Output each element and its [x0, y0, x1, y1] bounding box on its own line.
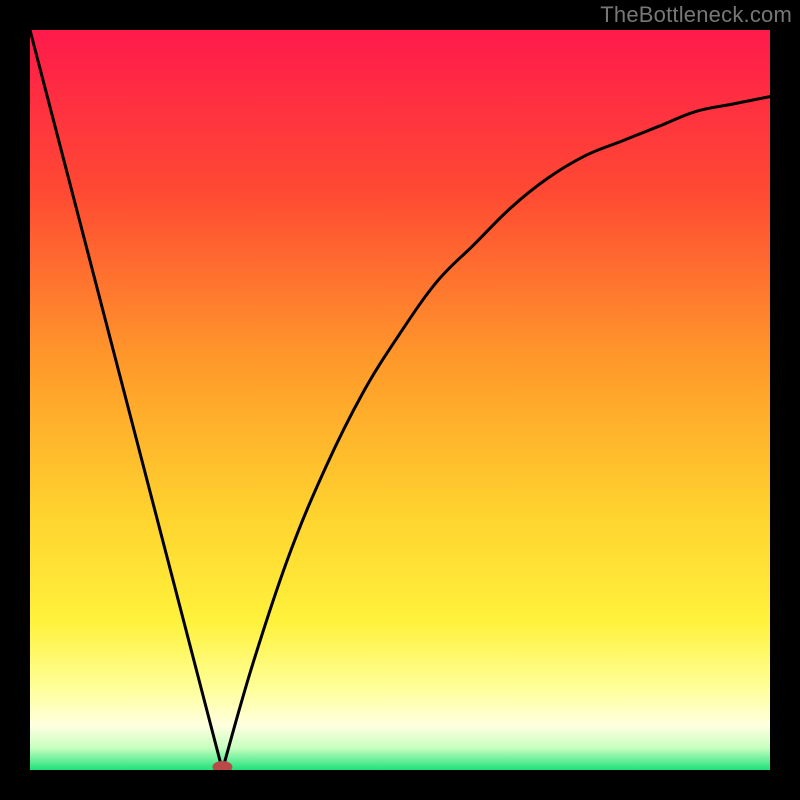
gradient-background	[30, 30, 770, 770]
chart-svg	[30, 30, 770, 770]
chart-frame: TheBottleneck.com	[0, 0, 800, 800]
chart-plot-area	[30, 30, 770, 770]
watermark-text: TheBottleneck.com	[600, 2, 792, 28]
